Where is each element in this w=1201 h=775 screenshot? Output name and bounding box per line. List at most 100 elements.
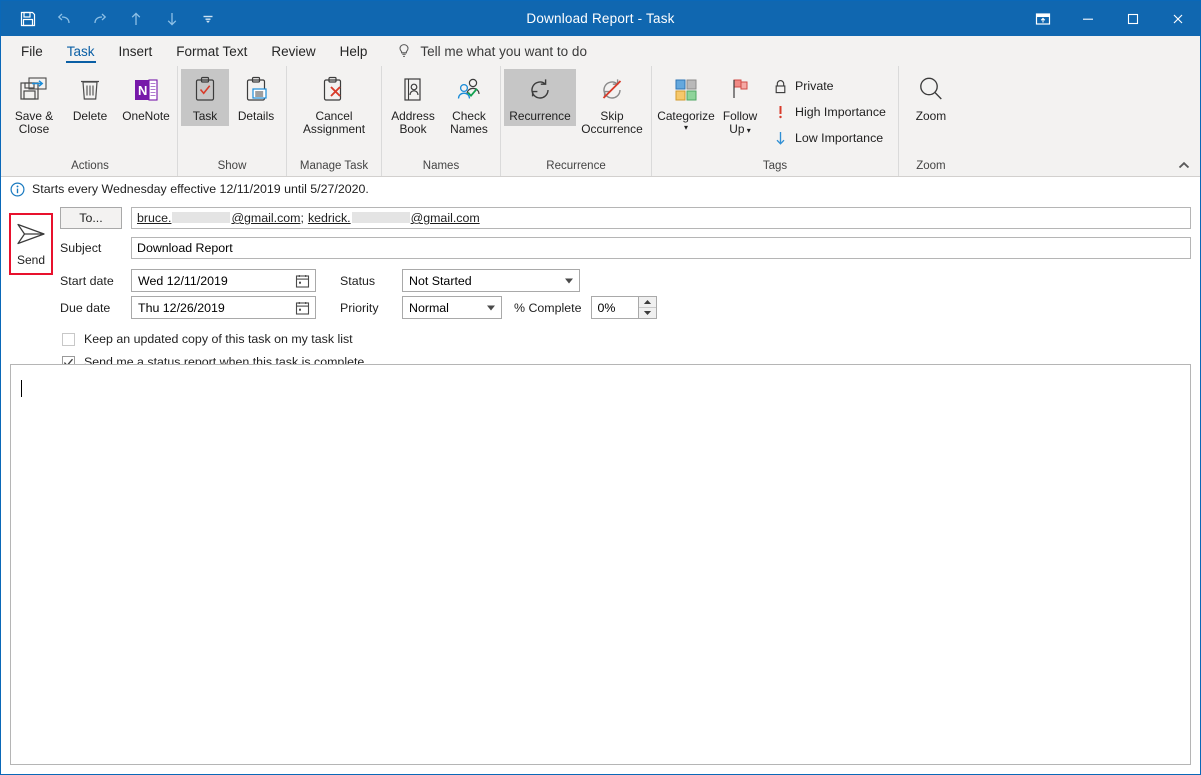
start-date-row: Start date Wed 12/11/2019 Status Not Sta… xyxy=(1,269,1191,292)
to-input[interactable]: bruce. @gmail.com; kedrick. @gmail.com xyxy=(131,207,1191,229)
tab-format-text[interactable]: Format Text xyxy=(164,36,259,66)
tab-review[interactable]: Review xyxy=(259,36,327,66)
undo-icon[interactable] xyxy=(51,6,77,32)
check-names-label: Check Names xyxy=(450,109,488,136)
task-form: Send To... bruce. @gmail.com; kedrick. @gma… xyxy=(1,207,1200,373)
subject-input[interactable]: Download Report xyxy=(131,237,1191,259)
check-names-button[interactable]: Check Names xyxy=(441,69,497,139)
keep-updated-copy-checkbox[interactable] xyxy=(62,332,75,346)
ribbon-group-zoom: Zoom Zoom xyxy=(897,66,963,176)
onenote-button[interactable]: N OneNote xyxy=(118,69,174,126)
status-dropdown[interactable]: Not Started xyxy=(402,269,580,292)
cancel-assignment-button[interactable]: Cancel Assignment xyxy=(290,69,378,139)
maximize-icon[interactable] xyxy=(1110,1,1155,36)
show-details-button[interactable]: Details xyxy=(229,69,283,126)
categorize-label: Categorize xyxy=(657,109,715,123)
categorize-button[interactable]: Categorize ▾ xyxy=(655,69,717,135)
tab-label: Task xyxy=(66,43,95,59)
ribbon-display-options-icon[interactable] xyxy=(1020,1,1065,36)
tell-me-placeholder: Tell me what you want to do xyxy=(420,43,587,59)
redo-icon[interactable] xyxy=(87,6,113,32)
percent-complete-label: % Complete xyxy=(514,300,582,315)
svg-text:N: N xyxy=(138,83,147,98)
magnifier-icon xyxy=(915,73,947,107)
flag-icon xyxy=(727,73,753,107)
start-date-input[interactable]: Wed 12/11/2019 xyxy=(131,269,316,292)
high-importance-button[interactable]: High Importance xyxy=(769,99,891,125)
ribbon-group-label: Show xyxy=(217,160,247,172)
tab-file[interactable]: File xyxy=(9,36,55,66)
recurrence-info-bar: Starts every Wednesday effective 12/11/2… xyxy=(1,177,1200,201)
priority-dropdown[interactable]: Normal xyxy=(402,296,502,319)
window-controls xyxy=(1020,1,1200,36)
subject-value: Download Report xyxy=(137,241,233,255)
previous-item-icon[interactable] xyxy=(123,6,149,32)
tab-task[interactable]: Task xyxy=(55,36,107,66)
recurrence-info-text: Starts every Wednesday effective 12/11/2… xyxy=(32,182,369,196)
send-label: Send xyxy=(16,253,46,267)
send-button[interactable]: Send xyxy=(9,213,53,275)
subject-row: Subject Download Report xyxy=(1,237,1191,259)
ribbon-group-recurrence: Recurrence Skip Occurrence Recurrence xyxy=(500,66,651,176)
address-book-label: Address Book xyxy=(391,109,435,136)
recurrence-button[interactable]: Recurrence xyxy=(504,69,576,126)
percent-complete-value[interactable]: 0% xyxy=(590,296,638,319)
down-arrow-icon xyxy=(772,130,788,146)
to-row: To... bruce. @gmail.com; kedrick. @gmail.co… xyxy=(1,207,1191,229)
tell-me-search[interactable]: Tell me what you want to do xyxy=(379,36,597,66)
collapse-ribbon-icon[interactable] xyxy=(1174,156,1194,174)
percent-complete-stepper[interactable]: 0% xyxy=(590,296,657,319)
zoom-label: Zoom xyxy=(915,109,947,123)
tags-small-items: Private High Importance Low Importance xyxy=(763,69,895,155)
tab-insert[interactable]: Insert xyxy=(107,36,165,66)
exclamation-icon xyxy=(772,104,788,120)
to-button[interactable]: To... xyxy=(60,207,122,229)
ribbon-group-label: Zoom xyxy=(916,160,946,172)
calendar-icon[interactable] xyxy=(295,300,310,315)
private-button[interactable]: Private xyxy=(769,73,891,99)
show-task-button[interactable]: Task xyxy=(181,69,229,126)
categorize-icon xyxy=(671,73,701,107)
skip-occurrence-button[interactable]: Skip Occurrence xyxy=(576,69,648,139)
save-and-close-label: Save & Close xyxy=(14,109,54,136)
calendar-icon[interactable] xyxy=(295,273,310,288)
tab-label: File xyxy=(21,43,43,59)
start-date-value: Wed 12/11/2019 xyxy=(138,273,228,288)
ribbon-group-label: Tags xyxy=(762,160,788,172)
zoom-button[interactable]: Zoom xyxy=(902,69,960,126)
low-importance-button[interactable]: Low Importance xyxy=(769,125,891,151)
to-button-label: To... xyxy=(79,211,103,225)
quick-access-toolbar xyxy=(1,1,221,36)
chevron-down-icon: ▾ xyxy=(683,123,688,132)
ribbon-group-actions: Save & Close Delete N OneNote Actions xyxy=(3,66,177,176)
address-book-button[interactable]: Address Book xyxy=(385,69,441,139)
delete-button[interactable]: Delete xyxy=(62,69,118,126)
customize-quick-access-toolbar-icon[interactable] xyxy=(195,6,221,32)
clipboard-cancel-icon xyxy=(320,73,348,107)
priority-value: Normal xyxy=(409,300,449,315)
high-importance-label: High Importance xyxy=(795,105,886,119)
close-icon[interactable] xyxy=(1155,1,1200,36)
recipient-separator: ; xyxy=(300,211,304,225)
save-and-close-button[interactable]: Save & Close xyxy=(6,69,62,139)
ribbon-group-label: Actions xyxy=(71,160,109,172)
chevron-down-icon xyxy=(565,278,573,283)
keep-updated-copy-label: Keep an updated copy of this task on my … xyxy=(84,332,353,346)
private-label: Private xyxy=(795,79,834,93)
ribbon-group-manage-task: Cancel Assignment Manage Task xyxy=(286,66,381,176)
onenote-icon: N xyxy=(131,73,161,107)
tab-label: Format Text xyxy=(176,43,248,59)
stepper-up-icon[interactable] xyxy=(638,297,656,308)
follow-up-button[interactable]: Follow Up ▾ xyxy=(717,69,763,140)
due-date-input[interactable]: Thu 12/26/2019 xyxy=(131,296,316,319)
due-date-label: Due date xyxy=(60,300,111,315)
next-item-icon[interactable] xyxy=(159,6,185,32)
stepper-down-icon[interactable] xyxy=(638,308,656,318)
keep-updated-copy-checkbox-row[interactable]: Keep an updated copy of this task on my … xyxy=(1,328,1191,350)
save-icon[interactable] xyxy=(15,6,41,32)
check-names-icon xyxy=(454,73,484,107)
task-body-editor[interactable] xyxy=(10,364,1191,765)
tab-help[interactable]: Help xyxy=(328,36,380,66)
minimize-icon[interactable] xyxy=(1065,1,1110,36)
tab-label: Insert xyxy=(118,43,153,59)
